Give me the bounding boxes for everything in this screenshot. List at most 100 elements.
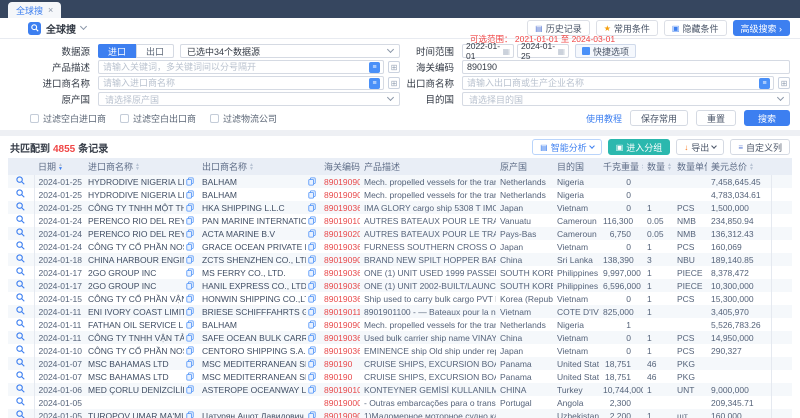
module-select[interactable]: 全球搜	[46, 21, 76, 36]
copy-icon[interactable]	[308, 203, 316, 212]
expand-input-icon[interactable]: ⊞	[778, 77, 790, 89]
sort-icon[interactable]: ▲▼	[641, 164, 643, 171]
importer-name[interactable]: HYDRODIVE NIGERIA LIMITED	[88, 177, 184, 187]
filter-checkbox[interactable]: 过滤空白进口商	[30, 112, 106, 125]
row-detail-search-icon[interactable]	[16, 397, 25, 406]
import-toggle[interactable]: 进口	[98, 44, 136, 58]
hs-code-value[interactable]: 890190	[324, 359, 352, 369]
data-source-select[interactable]: 已选中34个数据源	[180, 44, 400, 58]
row-detail-search-icon[interactable]	[16, 410, 25, 418]
hs-code-value[interactable]: 89019036	[324, 203, 360, 213]
expand-input-icon[interactable]: ⊞	[388, 61, 400, 73]
copy-icon[interactable]	[186, 177, 194, 186]
importer-name[interactable]: PERENCO RIO DEL REY	[88, 216, 184, 226]
smart-analysis-button[interactable]: ▤ 智能分析	[532, 139, 602, 155]
copy-icon[interactable]	[186, 242, 194, 251]
filter-checkbox[interactable]: 过滤空白出口商	[120, 112, 196, 125]
sort-icon[interactable]: ▲▼	[749, 164, 754, 171]
tutorial-link[interactable]: 使用教程	[586, 112, 622, 125]
copy-icon[interactable]	[308, 190, 316, 199]
importer-name[interactable]: FATHAN OIL SERVICE LIMITED	[88, 320, 184, 330]
hs-code-value[interactable]: 890190100	[324, 385, 360, 395]
importer-name[interactable]: 2GO GROUP INC	[88, 268, 184, 278]
importer-name[interactable]: MED ÇORLU DENİZCİLİK ANONİM ŞİRKETİ	[88, 385, 184, 395]
copy-icon[interactable]	[186, 229, 194, 238]
exporter-name[interactable]: BALHAM	[202, 177, 306, 187]
reset-button[interactable]: 重置	[696, 110, 736, 126]
row-detail-search-icon[interactable]	[16, 228, 25, 237]
exporter-name[interactable]: PAN MARINE INTERNATIONAL -INC	[202, 216, 306, 226]
column-header-2[interactable]: 进口商名称▲▼	[84, 158, 198, 175]
hs-code-value[interactable]: 890190900	[324, 177, 360, 187]
exporter-name[interactable]: CENTORO SHIPPING S.A. C/O DAIICHI CHU	[202, 346, 306, 356]
importer-name[interactable]: PERENCO RIO DEL REY	[88, 229, 184, 239]
hs-code-value[interactable]: 890190360	[324, 268, 360, 278]
copy-icon[interactable]	[186, 294, 194, 303]
hs-code-value[interactable]: 890190110	[324, 307, 360, 317]
exporter-name[interactable]: SAFE OCEAN BULK CARRIER PTE LTD	[202, 333, 306, 343]
importer-name[interactable]: CÔNG TY CỔ PHẦN NOSCO SHIPYARD	[88, 346, 184, 356]
hide-conditions-button[interactable]: ▣ 隐藏条件	[664, 20, 727, 36]
column-header-8[interactable]: 千克重量▲▼	[599, 158, 643, 175]
column-header-9[interactable]: 数量▲▼	[643, 158, 673, 175]
copy-icon[interactable]	[186, 411, 194, 418]
copy-icon[interactable]	[308, 307, 316, 316]
importer-name[interactable]: CHINA HARBOUR ENGINEERING CO LTD	[88, 255, 184, 265]
save-conditions-button[interactable]: 保存常用	[630, 110, 688, 126]
hs-code-value[interactable]: 89019036	[324, 346, 360, 356]
exporter-name[interactable]: MSC MEDITERRANEAN SHIPPING CO. (PAN	[202, 359, 306, 369]
copy-icon[interactable]	[308, 268, 316, 277]
copy-icon[interactable]	[186, 255, 194, 264]
filter-checkbox[interactable]: 过滤物流公司	[210, 112, 277, 125]
column-header-3[interactable]: 出口商名称▲▼	[198, 158, 320, 175]
exporter-name[interactable]: BRIESE SCHIFFFAHRTS GMBH & CO	[202, 307, 306, 317]
importer-name[interactable]: TUROPOV UMAR MA'MUR O?G?LI	[88, 411, 184, 418]
exporter-input[interactable]	[463, 77, 759, 89]
product-desc-input[interactable]	[99, 61, 369, 73]
copy-icon[interactable]	[186, 359, 194, 368]
copy-icon[interactable]	[186, 307, 194, 316]
copy-icon[interactable]	[186, 346, 194, 355]
row-detail-search-icon[interactable]	[16, 254, 25, 263]
row-detail-search-icon[interactable]	[16, 202, 25, 211]
export-button[interactable]: ↓ 导出	[676, 139, 724, 155]
row-detail-search-icon[interactable]	[16, 384, 25, 393]
exporter-name[interactable]: MS FERRY CO., LTD.	[202, 268, 306, 278]
hs-code-value[interactable]: 89019036	[324, 294, 360, 304]
checkbox-icon[interactable]	[30, 114, 39, 123]
hs-code-value[interactable]: 89019036	[324, 333, 360, 343]
importer-name[interactable]: CÔNG TY CỔ PHẦN NOSCO SHIPYARD	[88, 242, 184, 252]
exporter-name[interactable]: HONWIN SHIPPING CO.,LTD	[202, 294, 306, 304]
copy-icon[interactable]	[308, 385, 316, 394]
importer-name[interactable]: MSC BAHAMAS LTD	[88, 372, 184, 382]
hs-code-value[interactable]: 890190900	[324, 320, 360, 330]
hs-code-input[interactable]	[462, 60, 790, 74]
copy-icon[interactable]	[308, 216, 316, 225]
copy-icon[interactable]	[308, 333, 316, 342]
copy-icon[interactable]	[308, 320, 316, 329]
row-detail-search-icon[interactable]	[16, 280, 25, 289]
destination-select[interactable]: 请选择目的国	[462, 92, 790, 106]
copy-icon[interactable]	[186, 385, 194, 394]
copy-icon[interactable]	[186, 216, 194, 225]
exporter-name[interactable]: HKA SHIPPING L.L.C	[202, 203, 306, 213]
origin-select[interactable]: 请选择原产国	[98, 92, 400, 106]
multi-input-icon[interactable]: ≡	[759, 78, 770, 89]
column-header-11[interactable]: 美元总价▲▼	[707, 158, 771, 175]
exporter-name[interactable]: HANIL EXPRESS CO., LTD.	[202, 281, 306, 291]
row-detail-search-icon[interactable]	[16, 319, 25, 328]
copy-icon[interactable]	[308, 346, 316, 355]
hs-code-value[interactable]: 890190900	[324, 411, 360, 418]
exporter-name[interactable]: ASTEROPE OCEANWAY LIMITED	[202, 385, 306, 395]
importer-name[interactable]: MSC BAHAMAS LTD	[88, 359, 184, 369]
importer-name[interactable]: CÔNG TY TNHH VẬN TẢI VIỆT THUẬN	[88, 333, 184, 343]
multi-input-icon[interactable]: ≡	[369, 78, 380, 89]
hs-code-value[interactable]: 890190	[324, 372, 352, 382]
copy-icon[interactable]	[186, 203, 194, 212]
hs-code-value[interactable]: 890190200	[324, 229, 360, 239]
customize-columns-button[interactable]: ≡ 自定义列	[730, 139, 790, 155]
copy-icon[interactable]	[308, 359, 316, 368]
importer-name[interactable]: HYDRODIVE NIGERIA LIMITED	[88, 190, 184, 200]
row-detail-search-icon[interactable]	[16, 345, 25, 354]
copy-icon[interactable]	[186, 190, 194, 199]
